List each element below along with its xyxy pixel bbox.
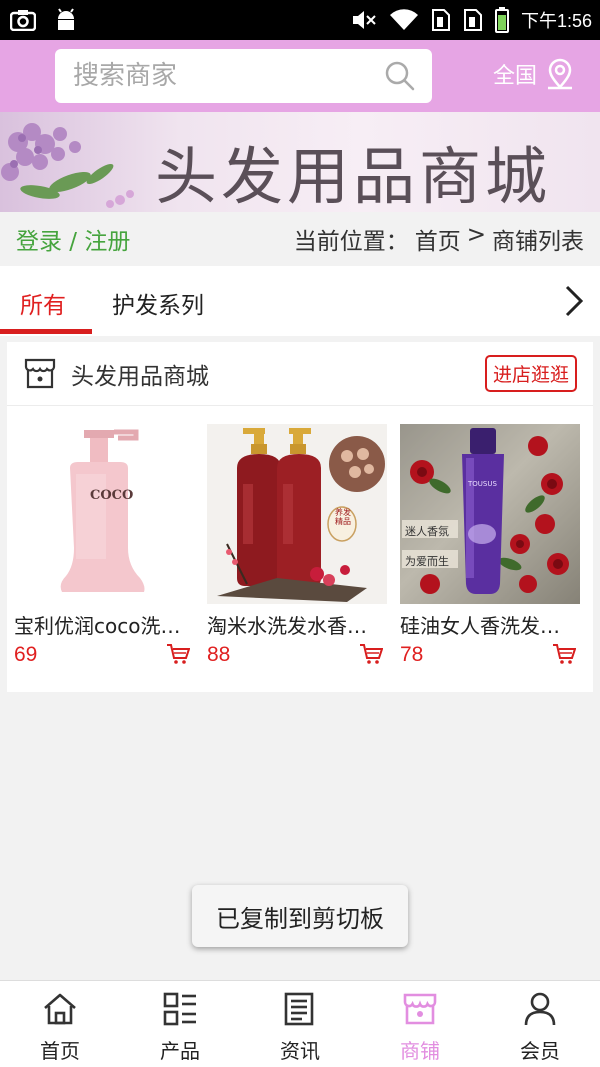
breadcrumb-arrow: > [466, 222, 486, 248]
visit-shop-button[interactable]: 进店逛逛 [484, 355, 577, 392]
shop-card: 头发用品商城 进店逛逛 COCO 宝利优润coco洗… 69 养发精品 淘米水洗… [7, 342, 593, 692]
product-list: COCO 宝利优润coco洗… 69 养发精品 淘米水洗发水香… 88 迷人香氛… [7, 406, 593, 692]
search-input[interactable] [55, 61, 355, 91]
nav-member-label: 会员 [520, 1039, 560, 1063]
cart-icon[interactable] [166, 643, 190, 665]
auth-separator: / [62, 229, 85, 255]
android-icon [54, 8, 78, 32]
search-icon[interactable] [384, 60, 416, 92]
breadcrumb-current: 商铺列表 [492, 229, 584, 255]
nav-products-label: 产品 [160, 1039, 200, 1063]
shop-card-header: 头发用品商城 进店逛逛 [7, 342, 593, 406]
register-link[interactable]: 注册 [84, 229, 130, 255]
user-icon [524, 992, 556, 1026]
camera-icon [10, 9, 36, 31]
product-item[interactable]: 迷人香氛 为爱而生 TOUSUS 硅油女人香洗发… 78 [400, 424, 580, 667]
breadcrumb-home[interactable]: 首页 [415, 222, 461, 256]
store-icon [24, 358, 56, 388]
nav-home[interactable]: 首页 [0, 981, 120, 1067]
active-tab-indicator [0, 329, 92, 334]
home-icon [44, 993, 76, 1025]
tab-all[interactable]: 所有 [20, 286, 66, 320]
battery-icon [494, 7, 509, 33]
region-selector[interactable]: 全国 [493, 58, 575, 90]
nav-shops-label: 商铺 [400, 1039, 440, 1063]
nav-shops[interactable]: 商铺 [360, 981, 480, 1067]
product-image-text: 为爱而生 [405, 555, 449, 568]
auth-links: 登录 / 注册 [16, 222, 130, 256]
news-icon [284, 992, 314, 1026]
nav-home-label: 首页 [40, 1039, 80, 1063]
status-bar: 下午1:56 [0, 0, 600, 40]
banner: 头发用品商城 [0, 112, 600, 212]
shop-name[interactable]: 头发用品商城 [71, 357, 209, 391]
product-image[interactable]: 养发精品 [207, 424, 387, 604]
product-image[interactable]: COCO [14, 424, 194, 604]
sim2-icon [463, 8, 483, 32]
tab-hair-care[interactable]: 护发系列 [112, 286, 204, 320]
grid-list-icon [163, 992, 196, 1026]
wifi-icon [389, 8, 419, 32]
login-link[interactable]: 登录 [16, 229, 62, 255]
product-image[interactable]: 迷人香氛 为爱而生 TOUSUS [400, 424, 580, 604]
nav-news[interactable]: 资讯 [240, 981, 360, 1067]
nav-member[interactable]: 会员 [480, 981, 600, 1067]
shop-icon [403, 993, 437, 1025]
breadcrumb-prefix: 当前位置： [293, 229, 409, 255]
nav-products[interactable]: 产品 [120, 981, 240, 1067]
search-box[interactable] [55, 49, 432, 103]
product-image-label: 养发精品 [335, 508, 351, 526]
product-name[interactable]: 淘米水洗发水香… [207, 610, 387, 639]
cart-icon[interactable] [552, 643, 576, 665]
bottom-nav: 首页 产品 资讯 商铺 会员 [0, 980, 600, 1067]
nav-news-label: 资讯 [280, 1039, 320, 1063]
breadcrumb-row: 登录 / 注册 当前位置： 首页 > 商铺列表 [0, 212, 600, 266]
mute-icon [351, 9, 377, 31]
product-image-label: COCO [90, 488, 134, 503]
sim1-icon [431, 8, 451, 32]
banner-title: 头发用品商城 [155, 140, 552, 212]
product-image-brand: TOUSUS [468, 480, 497, 488]
product-name[interactable]: 宝利优润coco洗… [14, 610, 194, 639]
category-tabs: 所有 护发系列 [0, 266, 600, 336]
breadcrumb: 当前位置： 首页 > 商铺列表 [294, 222, 584, 256]
chevron-right-icon[interactable] [562, 284, 586, 318]
cart-icon[interactable] [359, 643, 383, 665]
location-pin-icon [548, 58, 573, 90]
lilac-flowers-decoration [1, 123, 134, 208]
product-item[interactable]: 养发精品 淘米水洗发水香… 88 [207, 424, 387, 667]
product-image-text: 迷人香氛 [405, 525, 449, 538]
status-time: 下午1:56 [520, 11, 592, 31]
region-label: 全国 [493, 64, 538, 89]
toast-message: 已复制到剪切板 [192, 885, 408, 947]
product-name[interactable]: 硅油女人香洗发… [400, 610, 580, 639]
product-item[interactable]: COCO 宝利优润coco洗… 69 [14, 424, 194, 667]
top-header: 全国 [0, 40, 600, 112]
